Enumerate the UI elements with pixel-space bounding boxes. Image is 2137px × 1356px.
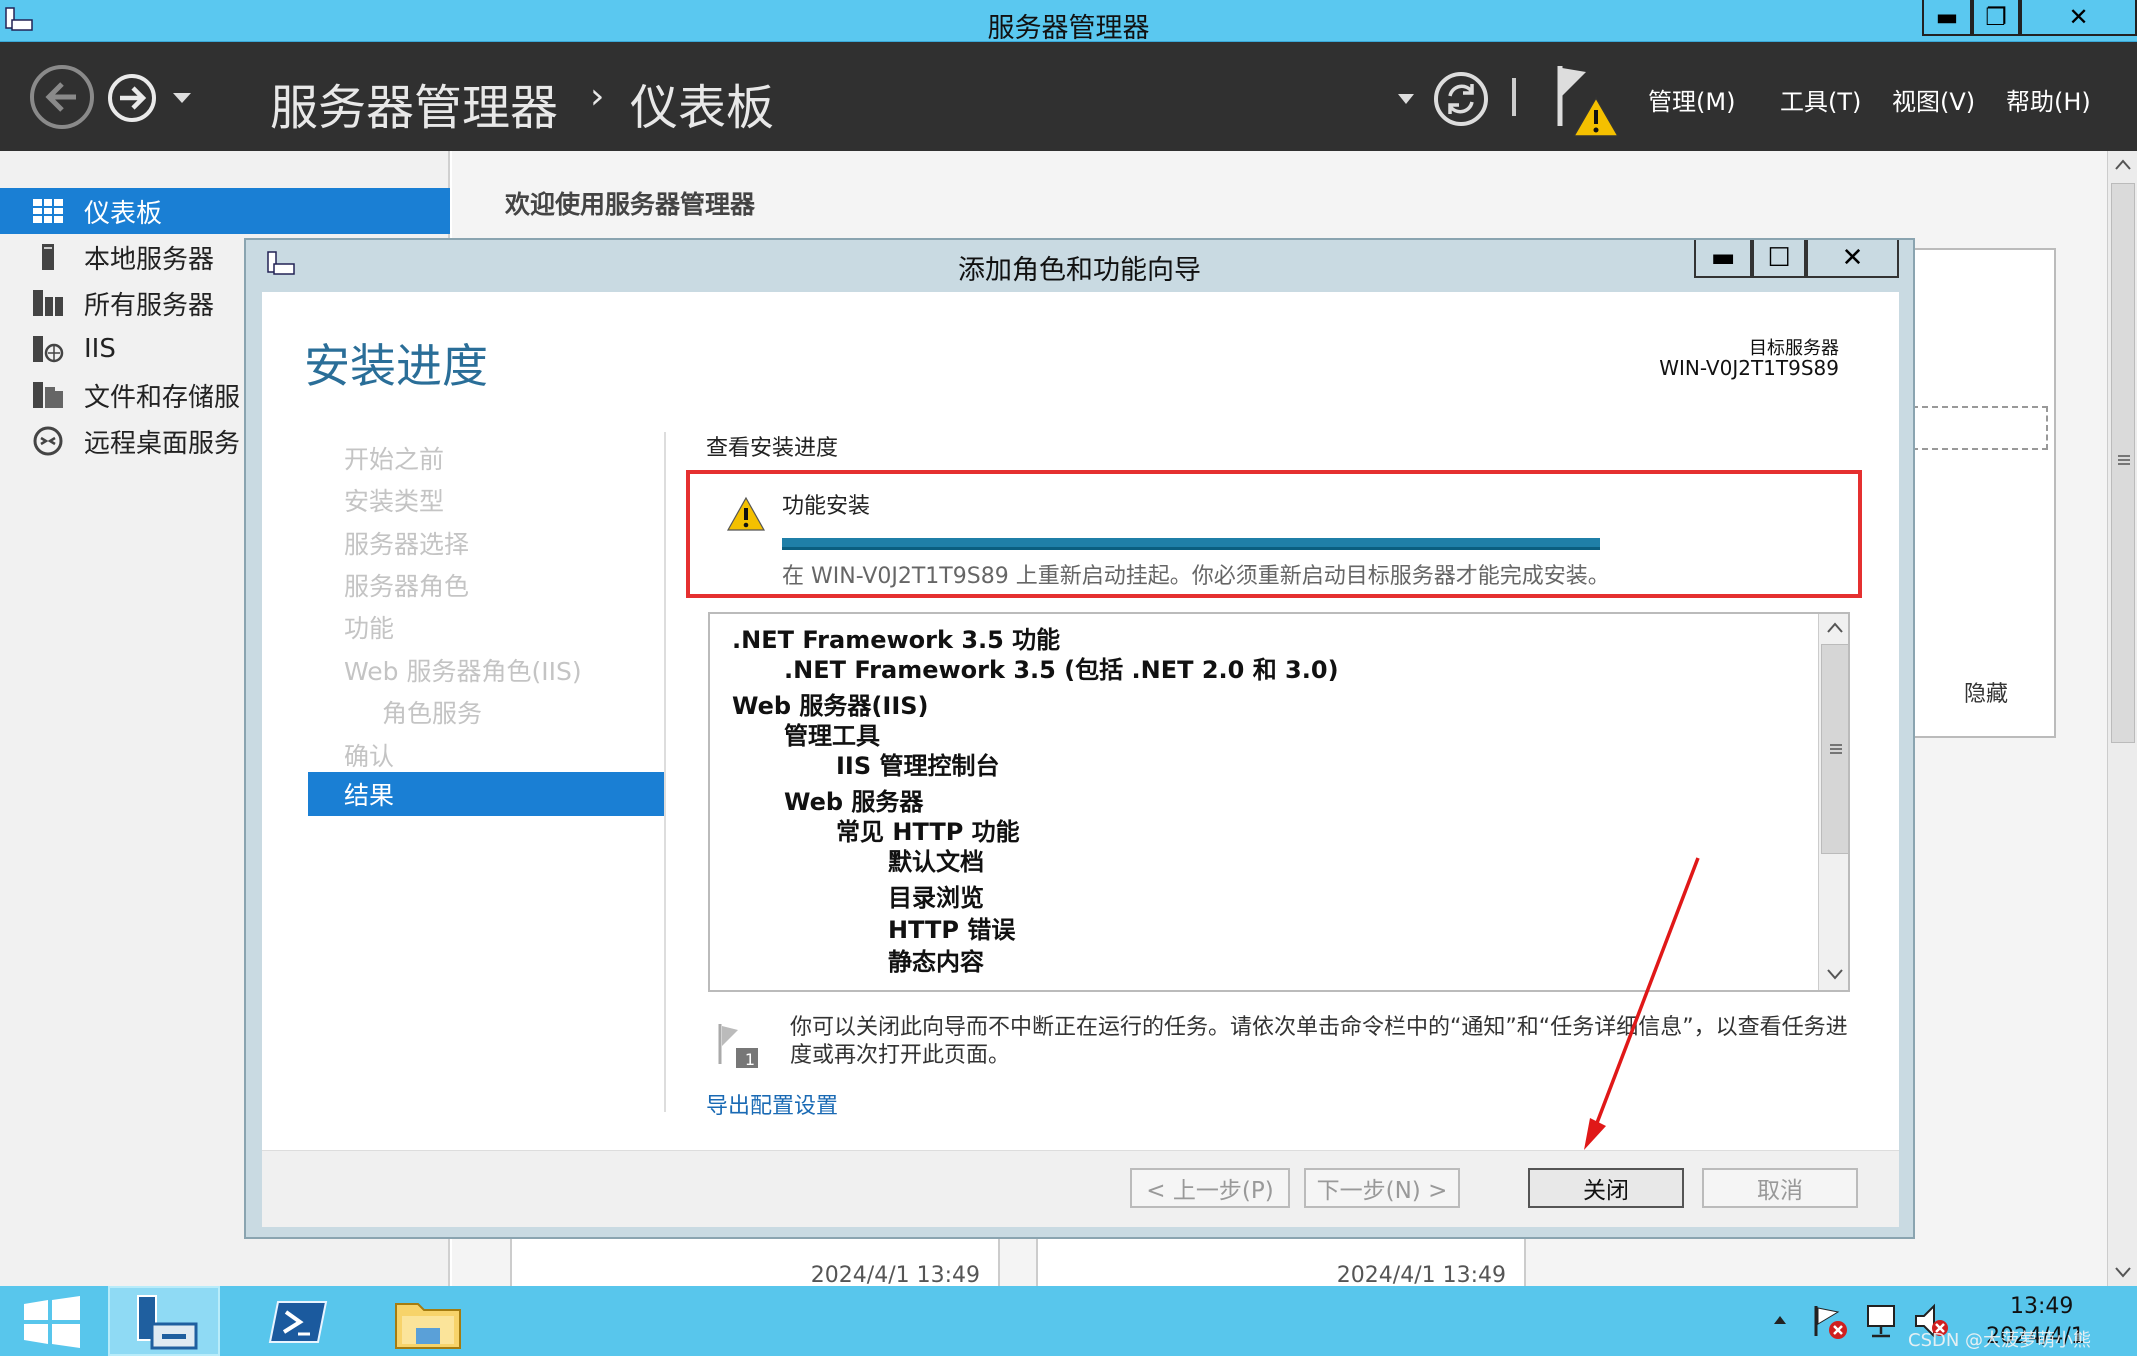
dialog-close-button[interactable]: ✕ — [1806, 240, 1899, 278]
storage-icon — [32, 381, 64, 409]
step-role-services: 角色服务 — [382, 699, 483, 728]
network-icon[interactable] — [1864, 1302, 1904, 1340]
show-hidden-icons[interactable] — [1772, 1314, 1788, 1326]
refresh-dropdown-icon[interactable] — [1396, 92, 1416, 106]
scroll-up-icon[interactable] — [2114, 159, 2132, 171]
previous-button[interactable]: < 上一步(P) — [1130, 1168, 1290, 1208]
task-count-badge: 1 — [744, 1050, 756, 1069]
step-confirmation: 确认 — [344, 742, 395, 771]
header-bar: 服务器管理器 › 仪表板 管理(M) 工具(T) 视图(V) 帮助(H) — [0, 42, 2137, 151]
sidebar-item-dashboard[interactable]: 仪表板 — [0, 188, 450, 234]
windows-start-icon[interactable] — [22, 1296, 82, 1348]
welcome-heading: 欢迎使用服务器管理器 — [505, 190, 756, 219]
sidebar-item-label: 远程桌面服务 — [84, 428, 241, 459]
window-titlebar: 服务器管理器 ▬ ❐ ✕ — [0, 0, 2137, 44]
sidebar-item-label: 仪表板 — [84, 198, 163, 229]
action-center-flag-icon[interactable] — [1812, 1304, 1850, 1340]
iis-icon — [32, 335, 64, 363]
dialog-title: 添加角色和功能向导 — [958, 255, 1201, 286]
step-web-server-role: Web 服务器角色(IIS) — [344, 657, 582, 686]
install-progress-fill — [782, 538, 1600, 550]
install-progress-bar — [782, 538, 1600, 550]
minimize-button[interactable]: ▬ — [1922, 0, 1972, 36]
watermark: CSDN @大菠萝萌小熊 — [1908, 1330, 2092, 1351]
file-explorer-icon[interactable] — [392, 1294, 464, 1352]
next-button[interactable]: 下一步(N) > — [1304, 1168, 1460, 1208]
dashboard-icon — [32, 197, 64, 225]
tile-timestamp: 2024/4/1 13:49 — [1336, 1263, 1506, 1288]
window-title: 服务器管理器 — [987, 13, 1150, 44]
list-item: IIS 管理控制台 — [836, 752, 1000, 780]
scroll-thumb[interactable] — [1821, 644, 1848, 854]
menu-help[interactable]: 帮助(H) — [2006, 82, 2091, 117]
menu-tools[interactable]: 工具(T) — [1780, 82, 1861, 117]
dialog-minimize-button[interactable]: ▬ — [1694, 240, 1752, 278]
grip-icon — [2118, 455, 2130, 465]
tile-left: 2024/4/1 13:49 — [510, 1239, 1000, 1288]
breadcrumb-root: 服务器管理器 — [270, 80, 559, 136]
grip-icon — [1830, 744, 1842, 754]
scroll-down-icon[interactable] — [1826, 968, 1844, 980]
history-dropdown-icon[interactable] — [170, 90, 194, 106]
welcome-panel: 隐藏 — [1900, 248, 2056, 738]
step-server-selection: 服务器选择 — [344, 530, 470, 559]
main-scrollbar[interactable] — [2107, 151, 2137, 1286]
server-icon — [32, 243, 64, 271]
close-window-button[interactable]: ✕ — [2020, 0, 2137, 36]
status-title: 功能安装 — [782, 494, 871, 519]
step-before-you-begin: 开始之前 — [344, 445, 445, 474]
server-manager-icon — [137, 1295, 198, 1350]
export-config-link[interactable]: 导出配置设置 — [706, 1088, 838, 1120]
wizard-heading: 安装进度 — [304, 339, 488, 393]
breadcrumb-separator: › — [590, 76, 605, 117]
taskbar-server-manager[interactable] — [108, 1286, 220, 1356]
list-item: 默认文档 — [888, 848, 984, 876]
powershell-icon[interactable] — [268, 1300, 328, 1344]
list-item: .NET Framework 3.5 (包括 .NET 2.0 和 3.0) — [784, 656, 1339, 684]
feature-list-scrollbar[interactable] — [1818, 614, 1848, 990]
restore-button[interactable]: ❐ — [1972, 0, 2020, 36]
clock-time[interactable]: 13:49 — [2010, 1294, 2073, 1319]
tile-right: 2024/4/1 13:49 — [1036, 1239, 1526, 1288]
menu-view[interactable]: 视图(V) — [1892, 82, 1975, 117]
breadcrumb-current: 仪表板 — [630, 80, 775, 136]
scroll-down-icon[interactable] — [2114, 1266, 2132, 1278]
scroll-up-icon[interactable] — [1826, 622, 1844, 634]
scroll-thumb[interactable] — [2111, 183, 2135, 743]
header-divider — [1512, 78, 1516, 116]
step-features: 功能 — [344, 614, 395, 643]
close-wizard-button[interactable]: 关闭 — [1528, 1168, 1684, 1208]
list-item: 目录浏览 — [888, 884, 984, 912]
status-message: 在 WIN-V0J2T1T9S89 上重新启动挂起。你必须重新启动目标服务器才能… — [782, 564, 1610, 589]
tile-timestamp: 2024/4/1 13:49 — [810, 1263, 980, 1288]
list-item: 静态内容 — [888, 948, 984, 976]
servers-icon — [32, 289, 64, 317]
back-icon[interactable] — [22, 62, 102, 132]
forward-icon[interactable] — [104, 72, 164, 124]
annotation-arrow — [1584, 857, 1700, 1150]
sidebar-item-label: IIS — [84, 334, 116, 364]
remote-desktop-icon — [32, 426, 64, 456]
list-item: HTTP 错误 — [888, 916, 1016, 944]
status-highlight-box: 功能安装 在 WIN-V0J2T1T9S89 上重新启动挂起。你必须重新启动目标… — [686, 470, 1862, 598]
step-installation-type: 安装类型 — [344, 487, 445, 516]
sidebar-item-label: 所有服务器 — [84, 290, 215, 321]
target-server-name: WIN-V0J2T1T9S89 — [1659, 356, 1839, 380]
dialog-maximize-button[interactable]: ☐ — [1752, 240, 1806, 278]
taskbar: 13:49 2024/4/1 CSDN @大菠萝萌小熊 — [0, 1286, 2137, 1356]
hide-link[interactable]: 隐藏 — [1964, 676, 2008, 708]
refresh-icon[interactable] — [1432, 70, 1490, 128]
menu-manage[interactable]: 管理(M) — [1648, 82, 1735, 117]
steps-divider — [664, 432, 666, 1112]
sidebar-item-label: 文件和存储服 — [84, 382, 241, 413]
panel-placeholder — [1902, 406, 2048, 450]
sidebar-item-label: 本地服务器 — [84, 244, 215, 275]
section-title: 查看安装进度 — [706, 436, 839, 461]
notification-flag-icon[interactable] — [1552, 62, 1624, 140]
step-results[interactable]: 结果 — [308, 772, 664, 816]
warning-icon — [726, 496, 766, 531]
cancel-button[interactable]: 取消 — [1702, 1168, 1858, 1208]
step-server-roles: 服务器角色 — [344, 572, 470, 601]
